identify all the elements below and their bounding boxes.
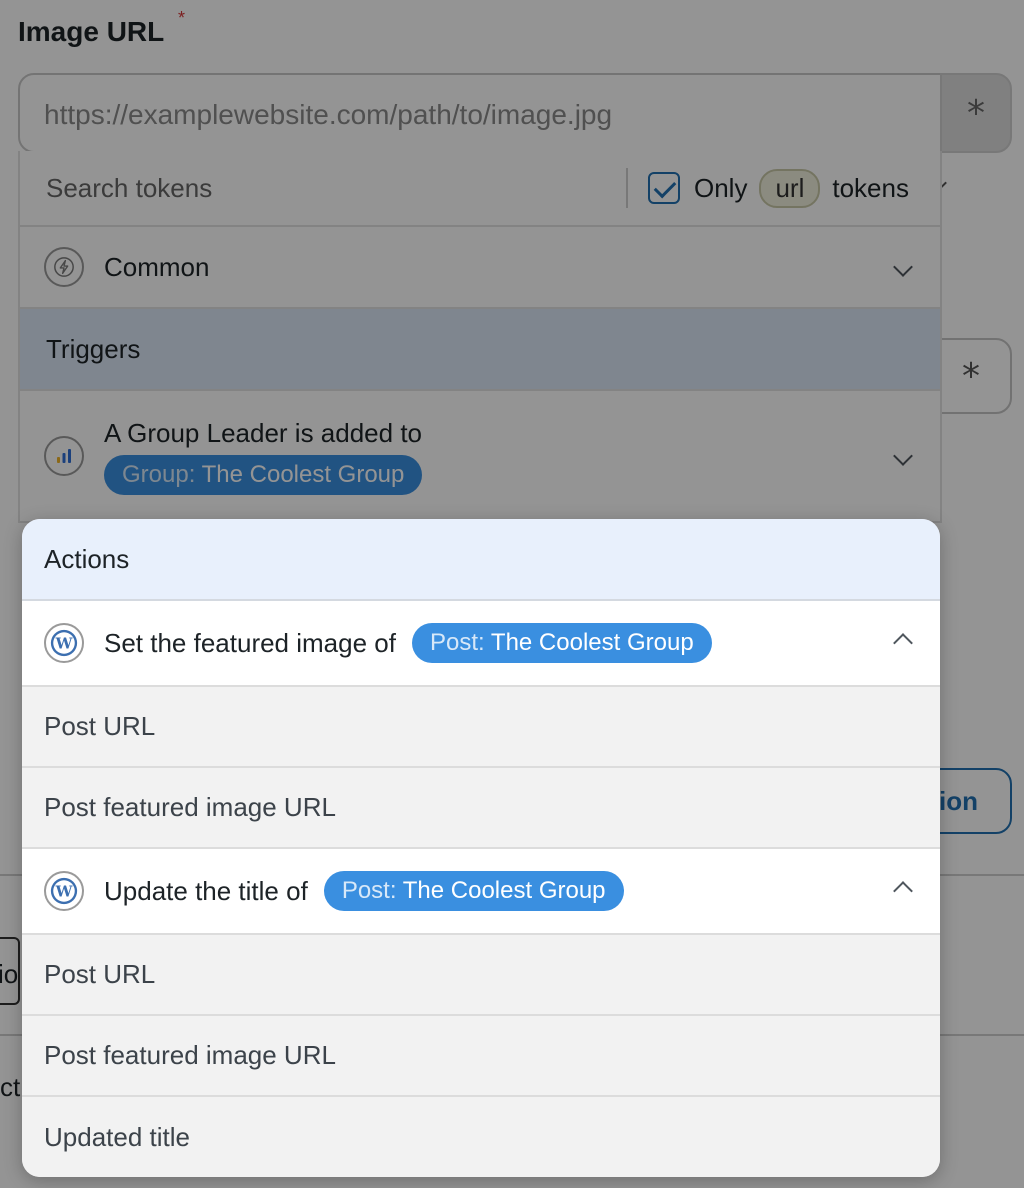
token-item[interactable]: Post URL [22,687,940,768]
badge-value: The Coolest Group [490,629,694,656]
svg-text:W: W [55,882,74,900]
wordpress-icon: W [44,871,84,911]
actions-panel: Actions W Set the featured image of Post… [22,519,940,1177]
token-item[interactable]: Post featured image URL [22,768,940,849]
token-item[interactable]: Updated title [22,1097,940,1177]
chevron-up-icon [893,881,913,901]
action-badge: Post: The Coolest Group [411,623,712,663]
action-label: Update the title of [104,875,308,906]
badge-key: Post: [341,877,397,904]
badge-key: Post: [429,629,485,656]
action-item[interactable]: W Update the title of Post: The Coolest … [22,849,940,935]
wordpress-icon: W [44,623,84,663]
action-item[interactable]: W Set the featured image of Post: The Co… [22,601,940,687]
badge-value: The Coolest Group [402,877,606,904]
token-item[interactable]: Post URL [22,935,940,1016]
action-label: Set the featured image of [104,627,396,658]
actions-heading: Actions [22,519,940,601]
svg-text:W: W [55,634,74,652]
action-badge: Post: The Coolest Group [323,871,624,911]
chevron-up-icon [893,633,913,653]
token-item[interactable]: Post featured image URL [22,1016,940,1097]
